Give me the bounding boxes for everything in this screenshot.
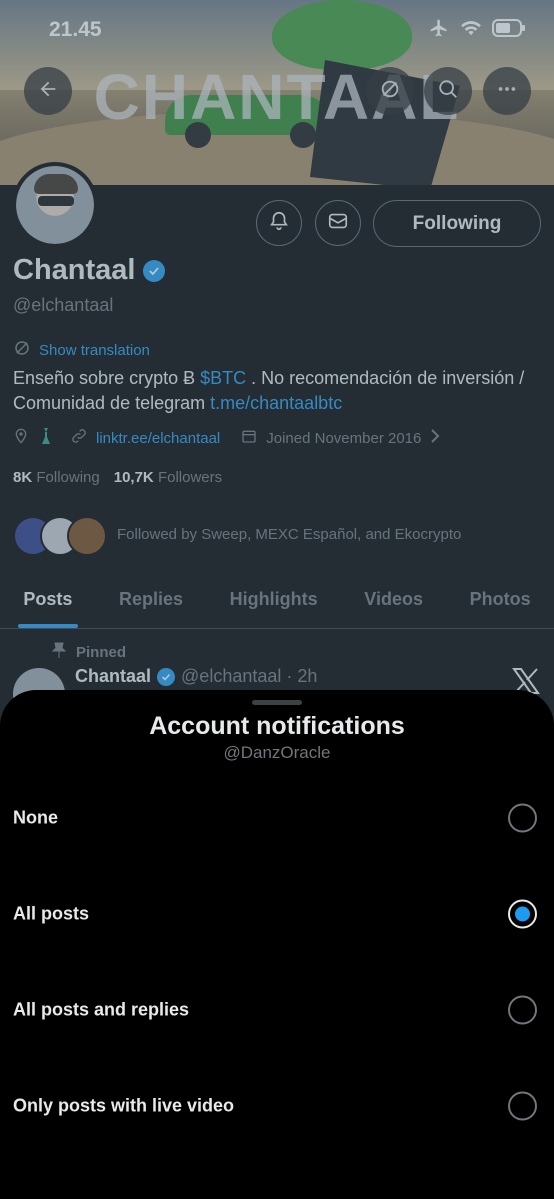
radio-button[interactable] (508, 803, 537, 833)
option-label: Only posts with live video (13, 1095, 235, 1116)
account-notifications-sheet: Account notifications @DanzOracle None A… (0, 690, 554, 1199)
option-all-posts-and-replies[interactable]: All posts and replies (0, 975, 554, 1045)
option-label: None (13, 807, 58, 828)
sheet-drag-handle[interactable] (252, 700, 302, 705)
option-label: All posts and replies (13, 999, 190, 1020)
option-live-video-only[interactable]: Only posts with live video (0, 1071, 554, 1141)
option-label: All posts (13, 903, 90, 924)
option-all-posts[interactable]: All posts (0, 879, 554, 949)
radio-button[interactable] (508, 1091, 537, 1121)
option-none[interactable]: None (0, 783, 554, 853)
radio-button-selected[interactable] (508, 899, 537, 929)
sheet-subtitle: @DanzOracle (223, 743, 331, 762)
sheet-title: Account notifications (149, 712, 405, 740)
radio-button[interactable] (508, 995, 537, 1025)
